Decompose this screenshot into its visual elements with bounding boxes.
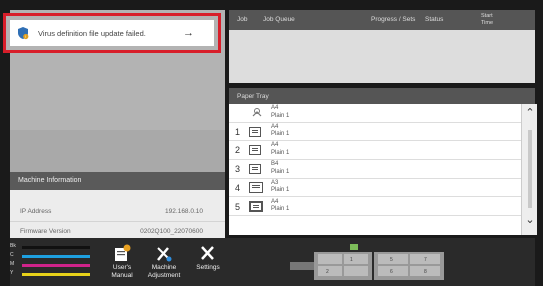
tray-size-info: A4 Plain 1 [271, 198, 290, 213]
job-queue-header: Job Job Queue Progress / Sets Status Sta… [229, 10, 535, 30]
toner-bar-black [22, 246, 90, 249]
toner-row-m: M [10, 261, 90, 270]
paper-tray-header: Paper Tray [229, 88, 535, 104]
home-screen: Machine Information IP Address 192.168.0… [0, 0, 543, 286]
machine-info-row-ip: IP Address 192.168.0.10 [10, 202, 225, 222]
tray-icon [249, 164, 261, 175]
tray-number: 1 [235, 126, 241, 137]
paper-tray-list: A4 Plain 1 1 A4 Plain 1 2 A4 Plain 1 3 B4 Pl… [229, 104, 521, 235]
paper-tray-scrollbar[interactable]: ⌃ ⌄ [521, 104, 537, 235]
tray-number: 5 [235, 201, 241, 212]
toner-levels: Bk C M Y [10, 243, 90, 283]
toner-label: Bk [10, 243, 16, 249]
manual-icon [115, 244, 131, 261]
chevron-down-icon[interactable]: ⌄ [522, 213, 538, 233]
tray-row-1[interactable]: 1 A4 Plain 1 [229, 123, 521, 142]
notification-area-lower [10, 130, 225, 172]
tray-icon [249, 126, 261, 137]
users-manual-button[interactable]: User's Manual [102, 244, 142, 284]
notification-message: Virus definition file update failed. [38, 28, 146, 38]
tray-row-5[interactable]: 5 A4 Plain 1 [229, 198, 521, 217]
tray-number: 3 [235, 164, 241, 175]
tray-size-info: A4 Plain 1 [271, 105, 290, 119]
col-start: Start [481, 13, 493, 19]
tray-size-info: B4 Plain 1 [271, 161, 290, 175]
ip-address-label: IP Address [20, 208, 52, 215]
toner-label: M [10, 261, 15, 267]
svg-text:2: 2 [326, 269, 329, 275]
tray-row-bypass[interactable]: A4 Plain 1 [229, 104, 521, 123]
toner-row-c: C [10, 252, 90, 261]
tray-row-4[interactable]: 4 A3 Plain 1 [229, 179, 521, 198]
col-status: Status [425, 16, 444, 23]
tray-icon [249, 181, 263, 193]
firmware-version-label: Firmware Version [20, 228, 71, 235]
scroll-track[interactable] [528, 130, 532, 208]
firmware-version-value: 0202Q100_22070600 [140, 228, 203, 235]
svg-text:5: 5 [390, 257, 393, 263]
job-queue-list[interactable] [229, 30, 535, 83]
large-tray-icon [249, 200, 263, 212]
tray-icon [249, 145, 261, 156]
machine-status-diagram[interactable]: 2 1 5 7 6 8 [290, 240, 460, 284]
chevron-up-icon[interactable]: ⌃ [522, 106, 538, 126]
notification-card[interactable]: ! Virus definition file update failed. → [10, 20, 214, 46]
machine-info-header: Machine Information [10, 172, 225, 190]
toner-bar-yellow [22, 273, 90, 276]
svg-text:8: 8 [424, 269, 427, 275]
users-manual-label: User's Manual [111, 264, 133, 279]
arrow-right-icon[interactable]: → [183, 27, 194, 39]
virus-update-notification[interactable]: ! Virus definition file update failed. → [3, 13, 221, 53]
col-progress: Progress / Sets [371, 16, 416, 23]
svg-text:6: 6 [390, 269, 393, 275]
shield-alert-icon: ! [18, 27, 29, 40]
tray-number: 4 [235, 182, 241, 193]
tools-icon [157, 247, 172, 262]
settings-button[interactable]: Settings [188, 244, 228, 284]
tray-size-info: A4 Plain 1 [271, 142, 290, 156]
tray-size-info: A4 Plain 1 [271, 123, 290, 138]
machine-adjustment-button[interactable]: Machine Adjustment [144, 244, 184, 284]
toner-row-bk: Bk [10, 243, 90, 252]
bypass-tray-icon [252, 108, 262, 117]
toner-label: C [10, 252, 14, 258]
ip-address-value: 192.168.0.10 [165, 208, 203, 215]
svg-text:1: 1 [350, 257, 353, 263]
toner-bar-magenta [22, 264, 90, 267]
machine-adjustment-label: Machine Adjustment [147, 264, 181, 279]
wrench-icon [201, 246, 214, 260]
tray-number: 2 [235, 145, 241, 156]
col-job: Job [237, 16, 248, 23]
col-time: Time [481, 20, 494, 26]
settings-label: Settings [196, 264, 220, 271]
toner-label: Y [10, 270, 14, 276]
col-job-queue: Job Queue [263, 16, 295, 23]
toner-bar-cyan [22, 255, 90, 258]
tray-row-3[interactable]: 3 B4 Plain 1 [229, 160, 521, 179]
toner-row-y: Y [10, 270, 90, 279]
tray-size-info: A3 Plain 1 [271, 179, 290, 194]
tray-row-2[interactable]: 2 A4 Plain 1 [229, 141, 521, 161]
svg-text:!: ! [25, 34, 26, 39]
svg-text:7: 7 [424, 257, 427, 263]
